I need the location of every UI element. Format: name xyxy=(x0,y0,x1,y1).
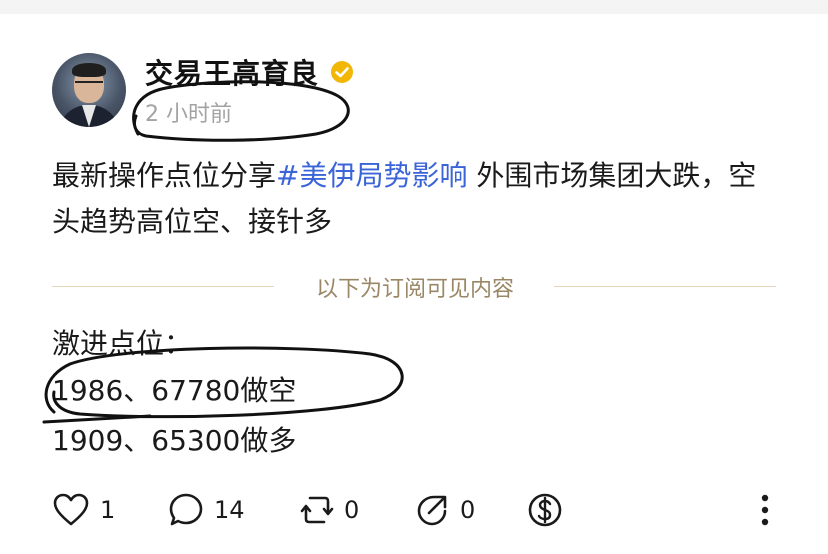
share-count: 0 xyxy=(460,496,476,524)
heart-icon xyxy=(53,493,89,526)
post-text: 最新操作点位分享 xyxy=(52,159,277,192)
avatar[interactable] xyxy=(52,53,126,127)
subscription-divider-label: 以下为订阅可见内容 xyxy=(315,277,514,302)
more-options-button[interactable] xyxy=(755,488,775,532)
share-icon xyxy=(417,495,447,526)
hashtag-link[interactable]: #美伊局势影响 xyxy=(276,159,467,192)
handwritten-circle-annotation-2 xyxy=(42,346,404,424)
divider-left xyxy=(52,286,274,287)
more-vertical-icon xyxy=(761,494,769,526)
post-body: 最新操作点位分享#美伊局势影响 外围市场集团大跌，空头趋势高位空、接针多 xyxy=(52,153,772,245)
repost-count: 0 xyxy=(344,496,360,524)
comment-button[interactable]: 14 xyxy=(168,488,245,532)
repost-icon xyxy=(300,496,334,524)
tip-button[interactable] xyxy=(527,488,563,532)
like-button[interactable]: 1 xyxy=(52,488,115,532)
repost-button[interactable]: 0 xyxy=(300,488,359,532)
share-button[interactable]: 0 xyxy=(414,488,475,532)
top-bar xyxy=(0,0,828,14)
handwritten-circle-annotation xyxy=(132,80,350,142)
action-bar: 1 14 0 0 xyxy=(0,488,828,532)
comment-count: 14 xyxy=(214,496,245,524)
comment-icon xyxy=(169,493,203,526)
like-count: 1 xyxy=(100,496,116,524)
divider-right xyxy=(554,286,776,287)
dollar-icon xyxy=(528,493,562,527)
